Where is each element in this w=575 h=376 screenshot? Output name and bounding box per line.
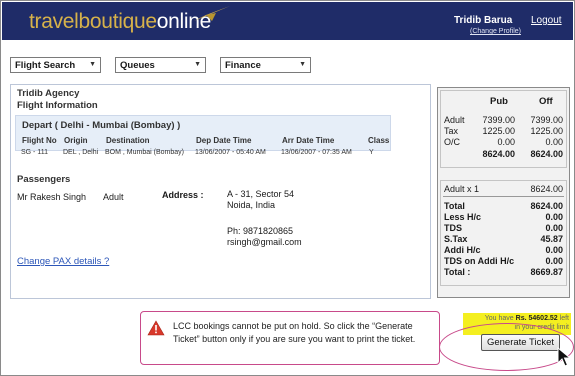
fare-off-tax: 1225.00 <box>530 126 563 136</box>
booking-details-panel: Tridib Agency Flight Information Depart … <box>10 84 431 299</box>
segment-title: Depart ( Delhi - Mumbai (Bombay) ) <box>22 120 181 131</box>
agency-heading: Tridib Agency Flight Information <box>17 88 98 112</box>
summary-label-total: Total <box>444 201 465 211</box>
fare-table: Pub Off Adult 7399.00 7399.00 Tax 1225.0… <box>440 90 567 168</box>
change-pax-link[interactable]: Change PAX details ? <box>17 256 109 267</box>
address-label: Address : <box>162 190 204 200</box>
summary-value-tds-addi: 0.00 <box>545 256 563 266</box>
menu-finance[interactable]: Finance ▼ <box>220 57 311 73</box>
divider <box>443 196 564 197</box>
cell-flight-no: SG - 111 <box>21 149 48 156</box>
menu-flight-search[interactable]: Flight Search ▼ <box>10 57 101 73</box>
cell-origin: DEL , Delhi <box>63 149 99 156</box>
fare-label-adult: Adult <box>444 115 465 125</box>
credit-amount: Rs. 54602.52 <box>515 315 558 322</box>
chevron-down-icon: ▼ <box>89 61 96 68</box>
logout-link[interactable]: Logout <box>531 15 562 26</box>
cell-dep-date: 13/06/2007 - 05:40 AM <box>195 149 266 156</box>
address-line-2: Noida, India <box>227 200 276 210</box>
section-title: Flight Information <box>17 100 98 111</box>
col-header-class: Class <box>368 136 390 145</box>
fare-off-oc: 0.00 <box>545 137 563 147</box>
fare-pub-tax: 1225.00 <box>482 126 515 136</box>
chevron-down-icon: ▼ <box>194 61 201 68</box>
col-header-flight-no: Flight No <box>22 136 57 145</box>
col-header-off: Off <box>539 96 553 107</box>
summary-value-addi-hc: 0.00 <box>545 245 563 255</box>
breakdown-label: Adult x 1 <box>444 184 480 194</box>
summary-label-tds: TDS <box>444 223 462 233</box>
user-name: Tridib Barua <box>454 15 513 26</box>
warning-callout: LCC bookings cannot be put on hold. So c… <box>140 311 440 365</box>
cell-arr-date: 13/06/2007 - 07:35 AM <box>281 149 352 156</box>
fare-breakdown: Adult x 1 8624.00 Total 8624.00 Less H/c… <box>440 180 567 286</box>
menu-queues[interactable]: Queues ▼ <box>115 57 206 73</box>
col-header-pub: Pub <box>490 96 508 107</box>
flight-segment: Depart ( Delhi - Mumbai (Bombay) ) Fligh… <box>15 115 391 151</box>
address-line-1: A - 31, Sector 54 <box>227 189 295 199</box>
col-header-dep-date: Dep Date Time <box>196 136 252 145</box>
summary-label-addi-hc: Addi H/c <box>444 245 481 255</box>
fare-total-off: 8624.00 <box>530 149 563 159</box>
summary-value-total: 8624.00 <box>530 201 563 211</box>
col-header-arr-date: Arr Date Time <box>282 136 335 145</box>
summary-label-grand-total: Total : <box>444 267 471 277</box>
breakdown-value: 8624.00 <box>530 184 563 194</box>
phone-number: Ph: 9871820865 <box>227 226 294 236</box>
header-bar: travelboutiqueonline Tridib Barua Logout… <box>2 2 573 40</box>
summary-value-less-hc: 0.00 <box>545 212 563 222</box>
fare-summary-panel: Pub Off Adult 7399.00 7399.00 Tax 1225.0… <box>437 87 570 298</box>
fare-label-oc: O/C <box>444 137 461 147</box>
mouse-cursor-icon <box>557 347 571 367</box>
email-address: rsingh@gmail.com <box>227 237 302 247</box>
generate-ticket-button[interactable]: Generate Ticket <box>481 334 560 351</box>
menu-label: Queues <box>120 60 155 71</box>
chevron-down-icon: ▼ <box>299 61 306 68</box>
cell-destination: BOM , Mumbai (Bombay) <box>105 149 184 156</box>
cell-class: Y <box>369 149 374 156</box>
col-header-origin: Origin <box>64 136 88 145</box>
fare-off-adult: 7399.00 <box>530 115 563 125</box>
passengers-heading: Passengers <box>17 174 71 185</box>
app-window: travelboutiqueonline Tridib Barua Logout… <box>0 0 575 376</box>
fare-pub-oc: 0.00 <box>497 137 515 147</box>
summary-label-stax: S.Tax <box>444 234 468 244</box>
logo: travelboutiqueonline <box>29 10 211 33</box>
menu-label: Flight Search <box>15 60 76 71</box>
change-profile-link[interactable]: (Change Profile) <box>470 28 521 35</box>
credit-suffix: left <box>557 315 569 322</box>
passenger-name: Mr Rakesh Singh <box>17 192 87 202</box>
warning-message: LCC bookings cannot be put on hold. So c… <box>173 321 416 344</box>
fare-total-pub: 8624.00 <box>482 149 515 159</box>
credit-prefix: You have <box>484 315 516 322</box>
fare-pub-adult: 7399.00 <box>482 115 515 125</box>
summary-value-grand-total: 8669.87 <box>530 267 563 277</box>
warning-icon <box>147 320 165 336</box>
menu-label: Finance <box>225 60 261 71</box>
summary-value-stax: 45.87 <box>540 234 563 244</box>
agency-name: Tridib Agency <box>17 88 80 99</box>
summary-value-tds: 0.00 <box>545 223 563 233</box>
fare-label-tax: Tax <box>444 126 459 136</box>
plane-logo-icon <box>194 6 230 21</box>
summary-label-tds-addi: TDS on Addi H/c <box>444 256 515 266</box>
col-header-destination: Destination <box>106 136 150 145</box>
summary-label-less-hc: Less H/c <box>444 212 482 222</box>
passenger-type: Adult <box>103 192 124 202</box>
